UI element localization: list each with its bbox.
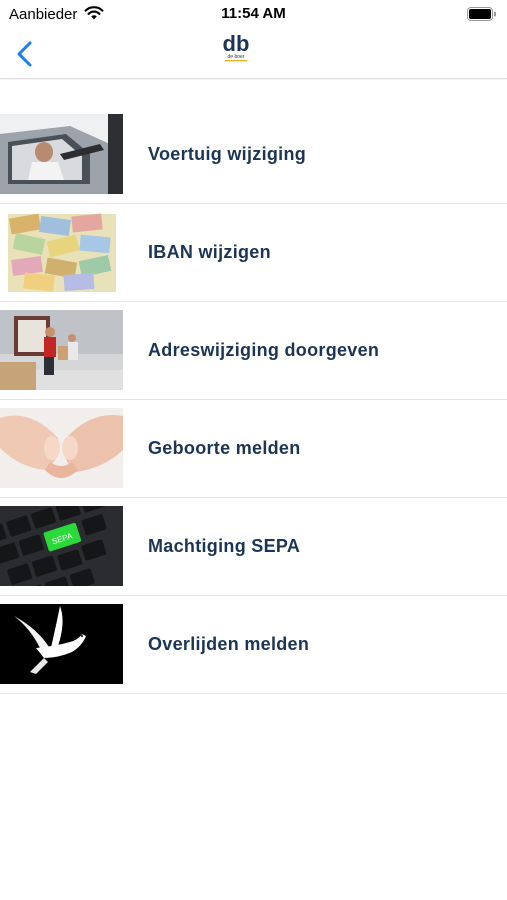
change-request-list: Voertuig wijziging IBAN wijzigen Adreswi… — [0, 106, 507, 694]
list-item-voertuig-wijziging[interactable]: Voertuig wijziging — [0, 106, 507, 204]
logo-mark: db — [223, 33, 250, 56]
sepa-keyboard-photo: SEPA — [0, 506, 123, 586]
battery-icon — [467, 7, 496, 21]
back-button[interactable] — [12, 38, 40, 70]
list-item-iban-wijzigen[interactable]: IBAN wijzigen — [0, 204, 507, 302]
list-item-geboorte-melden[interactable]: Geboorte melden — [0, 400, 507, 498]
chevron-left-icon — [17, 41, 32, 67]
status-time: 11:54 AM — [221, 5, 286, 22]
white-dove-photo — [0, 604, 123, 684]
list-item-label: Adreswijziging doorgeven — [148, 340, 380, 360]
status-bar: Aanbieder 11:54 AM — [0, 0, 507, 30]
list-item-label: IBAN wijzigen — [148, 242, 271, 262]
list-item-label: Machtiging SEPA — [148, 536, 301, 556]
list-item-label: Geboorte melden — [148, 438, 301, 458]
list-item-label: Overlijden melden — [148, 634, 310, 654]
list-item-label: Voertuig wijziging — [148, 144, 307, 164]
navigation-bar: db de boer — [0, 30, 507, 79]
list-item-adreswijziging-doorgeven[interactable]: Adreswijziging doorgeven — [0, 302, 507, 400]
de-boer-logo: db de boer — [223, 33, 250, 62]
euro-banknotes-photo — [0, 212, 123, 292]
list-item-overlijden-melden[interactable]: Overlijden melden — [0, 596, 507, 694]
moving-boxes-photo — [0, 310, 123, 390]
logo-subtext: de boer — [228, 54, 245, 60]
baby-feet-hands-photo — [0, 408, 123, 488]
list-item-machtiging-sepa[interactable]: SEPA Machtiging SEPA — [0, 498, 507, 596]
car-driver-photo — [0, 114, 123, 194]
